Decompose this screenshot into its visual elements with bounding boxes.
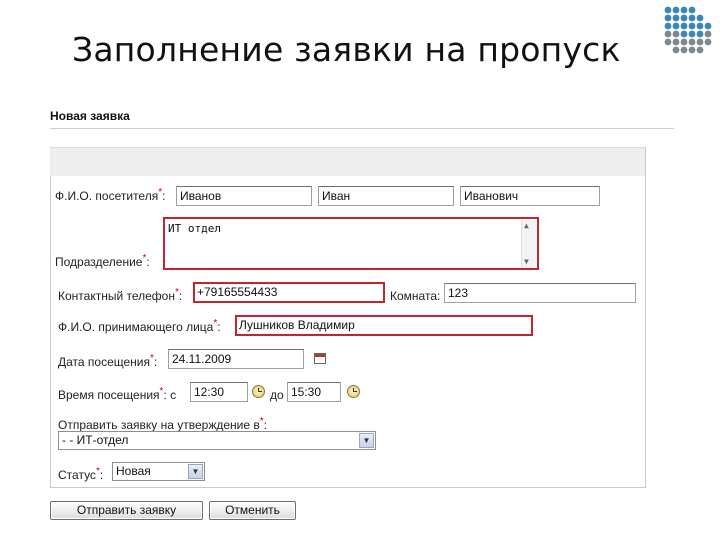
status-selected-value: Новая <box>116 464 151 478</box>
scroll-up-icon[interactable]: ▲ <box>524 221 529 230</box>
calendar-icon[interactable] <box>314 353 326 364</box>
host-name-input[interactable]: Лушников Владимир <box>235 315 533 336</box>
visit-time-label: Время посещения*: с <box>58 386 177 403</box>
form-heading: Новая заявка <box>50 109 130 123</box>
clock-icon[interactable] <box>347 385 360 398</box>
approval-select[interactable]: - - ИТ-отдел ▼ <box>58 431 376 450</box>
phone-label: Контактный телефон*: <box>58 287 183 304</box>
visitor-middle-name-input[interactable]: Иванович <box>460 186 600 206</box>
heading-divider <box>50 128 674 129</box>
slide-title: Заполнение заявки на пропуск <box>72 30 621 69</box>
chevron-down-icon[interactable]: ▼ <box>188 464 203 479</box>
time-from-input[interactable]: 12:30 <box>190 382 248 402</box>
textarea-scrollbar[interactable]: ▲ ▼ <box>521 220 536 267</box>
time-to-label: до <box>270 388 284 402</box>
department-value: ИТ отдел <box>168 222 221 235</box>
visitor-last-name-input[interactable]: Иванов <box>176 186 312 206</box>
submit-request-button[interactable]: Отправить заявку <box>50 501 203 520</box>
room-label: Комната: <box>390 289 441 303</box>
visit-date-label: Дата посещения*: <box>58 353 158 370</box>
dot-grid-logo-icon <box>664 6 712 54</box>
clock-icon[interactable] <box>252 385 265 398</box>
phone-input[interactable]: +79165554433 <box>193 282 385 303</box>
status-label: Статус*: <box>58 466 104 483</box>
department-label: Подразделение*: <box>55 253 150 270</box>
cancel-button[interactable]: Отменить <box>209 501 296 520</box>
approval-label: Отправить заявку на утверждение в*: <box>58 416 267 433</box>
status-select[interactable]: Новая ▼ <box>112 462 205 481</box>
visitor-name-label: Ф.И.О. посетителя*: <box>55 187 166 204</box>
form-panel-header <box>50 147 645 176</box>
host-name-label: Ф.И.О. принимающего лица*: <box>58 318 221 335</box>
visitor-first-name-input[interactable]: Иван <box>318 186 454 206</box>
visit-date-input[interactable]: 24.11.2009 <box>168 349 304 369</box>
chevron-down-icon[interactable]: ▼ <box>359 433 374 448</box>
scroll-down-icon[interactable]: ▼ <box>524 257 529 266</box>
approval-selected-value: - - ИТ-отдел <box>62 433 129 447</box>
time-to-input[interactable]: 15:30 <box>287 382 341 402</box>
department-textarea[interactable]: ИТ отдел ▲ ▼ <box>163 217 539 270</box>
room-input[interactable]: 123 <box>444 283 636 303</box>
